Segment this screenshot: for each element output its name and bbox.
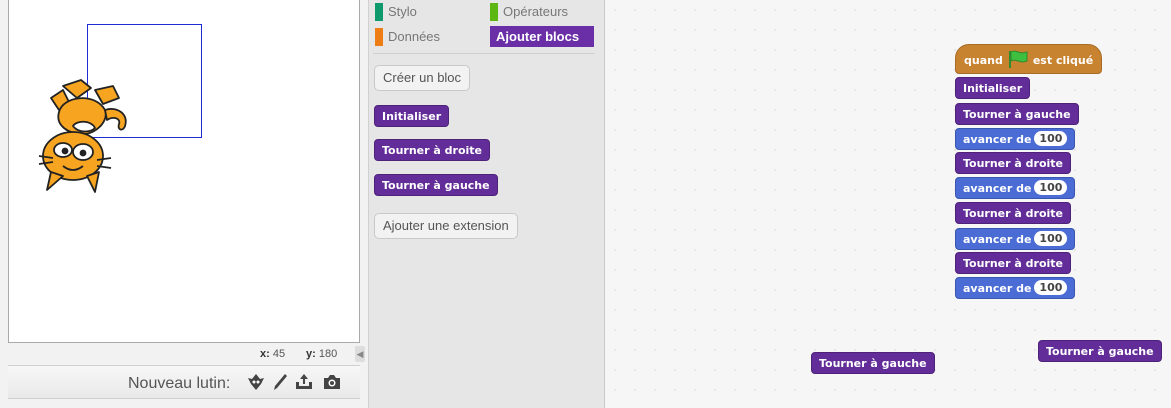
script-block-turn-right[interactable]: Tourner à droite <box>955 152 1071 174</box>
x-value: 45 <box>272 348 286 360</box>
category-color-swatch <box>375 28 383 46</box>
block-palette: Stylo Opérateurs Données Ajouter blocs C… <box>368 0 604 408</box>
camera-icon[interactable] <box>322 372 342 392</box>
cat-sprite[interactable] <box>33 76 133 196</box>
upload-icon[interactable] <box>294 372 314 392</box>
sprite-library-icon[interactable] <box>246 372 266 392</box>
script-block-move[interactable]: avancer de 100 <box>955 228 1076 250</box>
category-operators[interactable]: Opérateurs <box>490 3 568 21</box>
category-label: Données <box>388 29 441 44</box>
mouse-coordinates: x: 45 y: 180 <box>8 343 360 365</box>
script-block-turn-left[interactable]: Tourner à gauche <box>955 103 1079 125</box>
green-flag-icon <box>1008 50 1028 68</box>
new-sprite-label: Nouveau lutin: <box>128 375 231 392</box>
steps-input[interactable]: 100 <box>1034 280 1068 295</box>
loose-block-turn-left[interactable]: Tourner à gauche <box>1038 340 1162 362</box>
category-color-swatch <box>490 3 498 21</box>
category-pen[interactable]: Stylo <box>375 3 417 21</box>
palette-block-turn-right[interactable]: Tourner à droite <box>374 139 490 161</box>
script-block-move[interactable]: avancer de 100 <box>955 177 1076 199</box>
when-flag-clicked-block[interactable]: quand est cliqué <box>955 44 1103 74</box>
x-label: x: <box>260 348 270 360</box>
new-sprite-bar: Nouveau lutin: <box>8 365 360 399</box>
category-color-swatch <box>375 3 383 21</box>
script-block-turn-right[interactable]: Tourner à droite <box>955 202 1071 224</box>
category-label: Stylo <box>388 4 417 19</box>
divider <box>373 53 595 54</box>
category-more-blocks[interactable]: Ajouter blocs <box>490 26 594 47</box>
category-data[interactable]: Données <box>375 28 440 46</box>
stage[interactable] <box>8 0 360 343</box>
steps-input[interactable]: 100 <box>1034 131 1068 146</box>
scripts-area[interactable]: quand est cliqué Initialiser Tourner à ga… <box>604 0 1171 408</box>
y-value: 180 <box>318 348 338 360</box>
add-extension-button[interactable]: Ajouter une extension <box>374 213 518 239</box>
move-label: avancer de <box>963 233 1032 246</box>
script-block-move[interactable]: avancer de 100 <box>955 128 1076 150</box>
y-label: y: <box>306 348 316 360</box>
move-label: avancer de <box>963 282 1032 295</box>
script-block-move[interactable]: avancer de 100 <box>955 277 1076 299</box>
palette-block-initialiser[interactable]: Initialiser <box>374 105 450 127</box>
category-label: Ajouter blocs <box>496 29 580 44</box>
move-label: avancer de <box>963 133 1032 146</box>
script-block-initialiser[interactable]: Initialiser <box>955 77 1031 99</box>
script-block-turn-right[interactable]: Tourner à droite <box>955 252 1071 274</box>
palette-block-turn-left[interactable]: Tourner à gauche <box>374 174 498 196</box>
loose-block-turn-left[interactable]: Tourner à gauche <box>811 352 935 374</box>
stage-pane: x: 45 y: 180 ◀ Nouveau lutin: <box>0 0 368 408</box>
move-label: avancer de <box>963 182 1032 195</box>
paint-brush-icon[interactable] <box>270 372 290 392</box>
category-label: Opérateurs <box>503 4 569 19</box>
steps-input[interactable]: 100 <box>1034 180 1068 195</box>
hat-text-post: est cliqué <box>1032 54 1094 67</box>
steps-input[interactable]: 100 <box>1034 231 1068 246</box>
collapse-stage-handle[interactable]: ◀ <box>355 346 365 362</box>
make-block-button[interactable]: Créer un bloc <box>374 65 471 91</box>
scratch-editor: x: 45 y: 180 ◀ Nouveau lutin: Stylo Opér… <box>0 0 1171 408</box>
hat-text-pre: quand <box>964 54 1003 67</box>
